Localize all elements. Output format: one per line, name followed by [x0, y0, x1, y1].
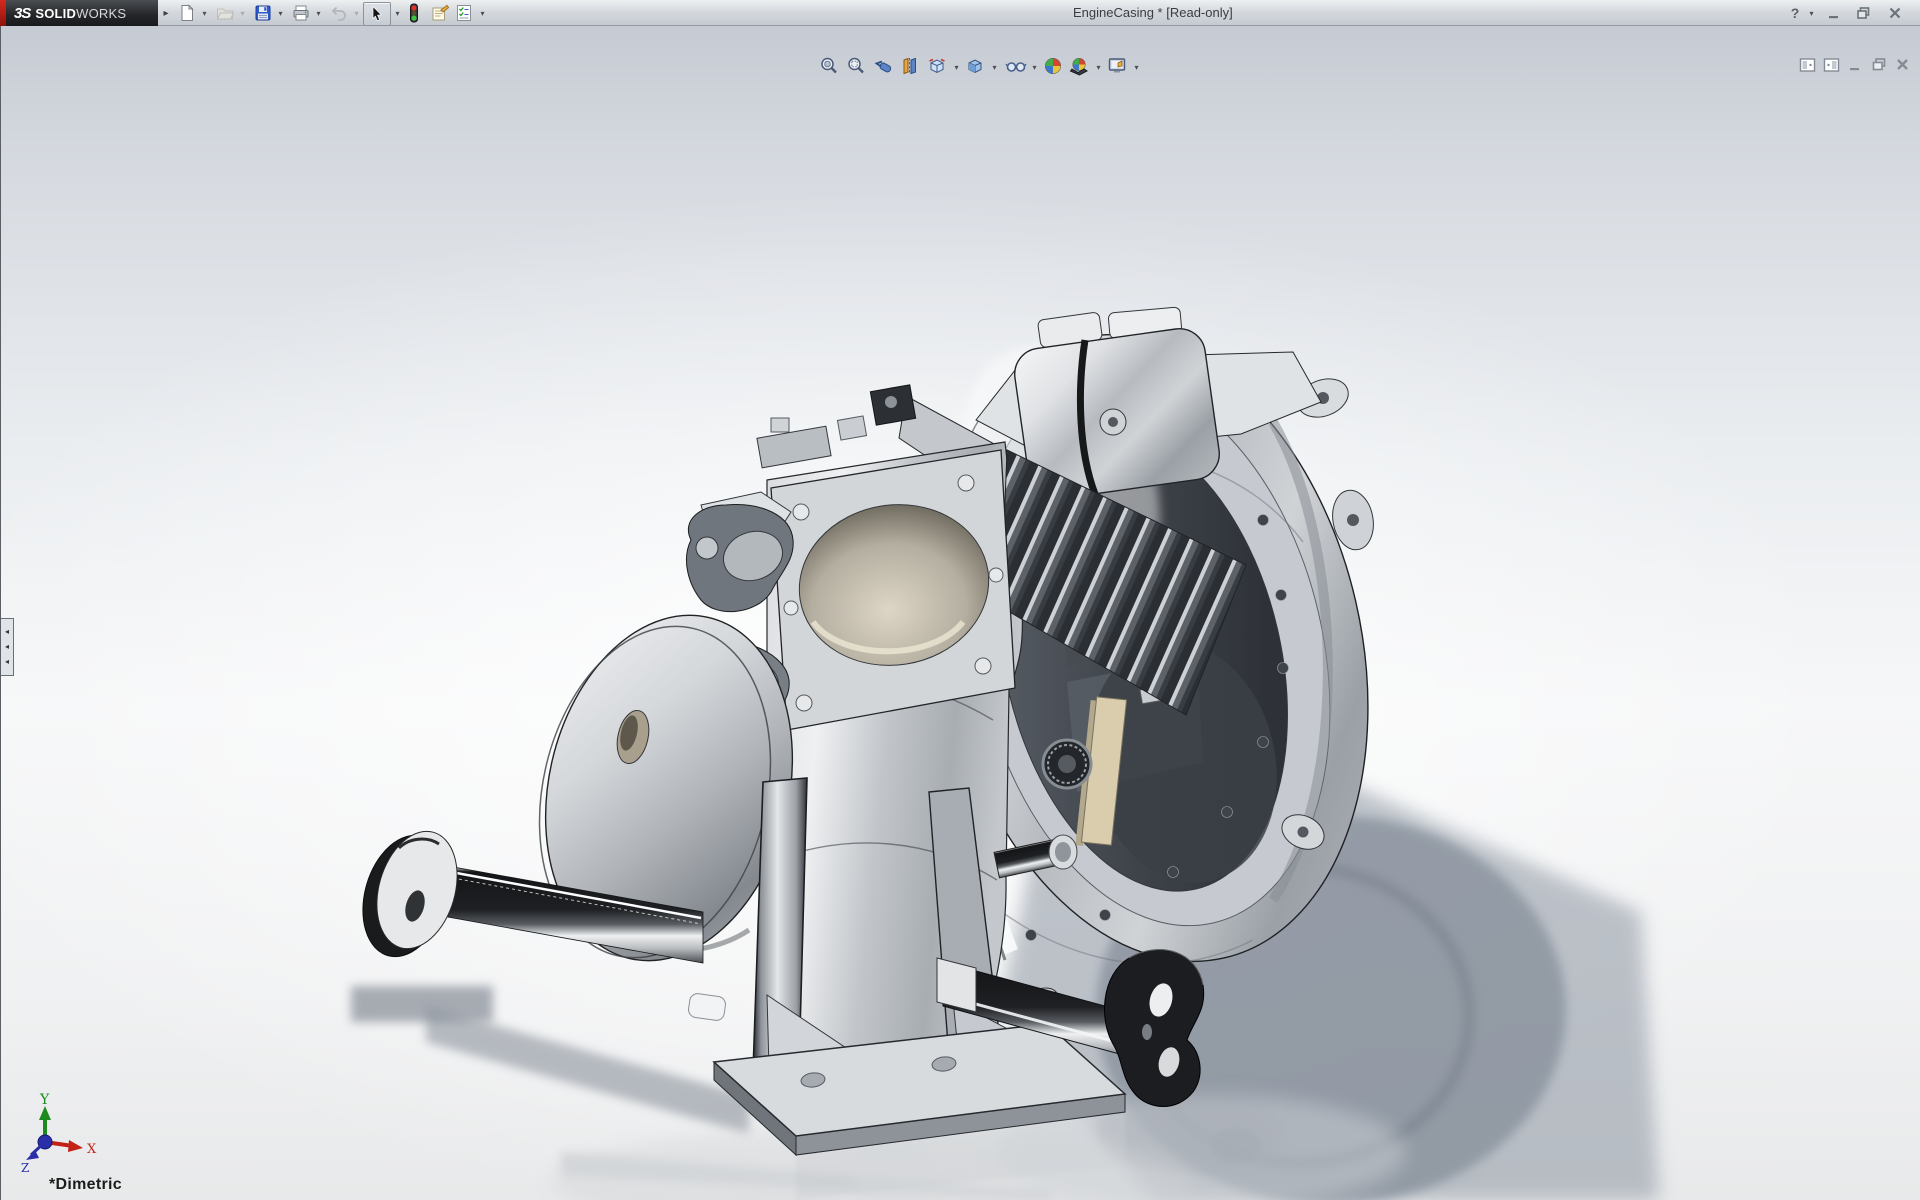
checklist-dropdown[interactable]: ▾ [477, 2, 488, 24]
select-tool-button[interactable] [363, 2, 391, 26]
minimize-document-button[interactable] [1847, 57, 1869, 77]
zoom-to-fit-icon [821, 57, 837, 74]
open-document-dropdown[interactable]: ▾ [237, 2, 248, 24]
select-tool-dropdown[interactable]: ▾ [392, 2, 403, 24]
appearance-ball-icon [1045, 58, 1061, 74]
triad-y-label: Y [39, 1092, 50, 1108]
section-view-icon [903, 57, 916, 75]
graphics-viewport[interactable]: Y X Z ▾ ▾ ▾ ▾ ▾ ◂ ◂ ◂ *Dimetric [0, 26, 1920, 1200]
save-dropdown[interactable]: ▾ [275, 2, 286, 24]
featuremanager-collapsed-tab[interactable]: ◂ ◂ ◂ [1, 618, 14, 676]
tab-arrow-icon: ◂ [4, 627, 9, 637]
undo-dropdown[interactable]: ▾ [351, 2, 362, 24]
minimize-icon [1829, 16, 1838, 19]
view-orientation-dropdown[interactable]: ▾ [951, 56, 962, 78]
checklist-icon [457, 5, 471, 21]
triad-z-label: Z [21, 1161, 29, 1175]
pane-left-icon [1799, 58, 1816, 72]
apply-scene-button[interactable] [1069, 56, 1093, 78]
restore-document-button[interactable] [1871, 57, 1893, 77]
close-document-icon [1897, 59, 1908, 70]
cursor-arrow-icon [372, 5, 382, 22]
help-dropdown[interactable]: ▾ [1806, 2, 1817, 24]
brand-name-bold: SOLID [35, 5, 77, 21]
view-settings-dropdown[interactable]: ▾ [1131, 56, 1142, 78]
brand-name-light: WORKS [76, 5, 127, 21]
save-floppy-icon [255, 5, 271, 21]
3d-model-canvas[interactable]: Y X Z [1, 26, 1920, 1200]
3ds-logo-glyph: 3S [14, 4, 31, 22]
collapse-left-pane-button[interactable] [1799, 57, 1821, 77]
triad-x-label: X [87, 1142, 97, 1157]
view-orientation-button[interactable] [927, 56, 951, 78]
view-orientation-label: *Dimetric [49, 1176, 122, 1193]
zoom-to-fit-button[interactable] [819, 56, 843, 78]
close-document-button[interactable] [1895, 57, 1917, 77]
new-document-dropdown[interactable]: ▾ [199, 2, 210, 24]
apply-scene-dropdown[interactable]: ▾ [1093, 56, 1104, 78]
hide-show-items-dropdown[interactable]: ▾ [1029, 56, 1040, 78]
new-document-button[interactable] [175, 2, 199, 24]
open-folder-icon [216, 8, 234, 20]
restore-document-icon [1872, 58, 1886, 71]
previous-view-icon [874, 60, 892, 73]
print-button[interactable] [289, 2, 313, 24]
view-settings-icon [1108, 58, 1126, 73]
edit-appearance-button[interactable] [1043, 56, 1067, 78]
hide-show-items-button[interactable] [1005, 56, 1029, 78]
undo-button[interactable] [327, 2, 351, 24]
save-button[interactable] [251, 2, 275, 24]
pane-right-icon [1823, 58, 1840, 72]
restore-window-button[interactable] [1850, 2, 1876, 24]
close-icon [1889, 7, 1901, 19]
title-bar[interactable]: 3S SOLID WORKS ▸ ▾ ▾ ▾ ▾ ▾ ▾ ▾ EngineCas… [0, 0, 1920, 26]
restore-icon [1856, 7, 1869, 19]
printer-icon [293, 5, 309, 21]
zoom-to-area-icon [848, 57, 864, 74]
reference-triad: Y X Z [21, 1092, 97, 1175]
minimize-window-button[interactable] [1822, 2, 1846, 24]
note-edit-button[interactable] [428, 2, 452, 24]
toolbar-flyout-arrow-icon[interactable]: ▸ [160, 4, 172, 22]
apply-scene-icon [1069, 58, 1088, 76]
section-view-button[interactable] [900, 56, 924, 78]
traffic-light-icon [410, 3, 418, 23]
view-settings-button[interactable] [1107, 56, 1131, 78]
help-button[interactable]: ? [1785, 2, 1805, 24]
tab-arrow-icon: ◂ [4, 641, 9, 651]
zoom-to-area-button[interactable] [846, 56, 870, 78]
checklist-button[interactable] [452, 2, 476, 24]
eyeglasses-icon [1005, 62, 1027, 72]
display-style-icon [968, 59, 982, 74]
note-edit-icon [432, 4, 449, 21]
undo-arrow-icon [331, 6, 346, 21]
print-dropdown[interactable]: ▾ [313, 2, 324, 24]
close-window-button[interactable] [1882, 2, 1908, 24]
display-style-dropdown[interactable]: ▾ [989, 56, 1000, 78]
collapse-right-pane-button[interactable] [1823, 57, 1845, 77]
display-style-button[interactable] [965, 56, 989, 78]
solidworks-logo: 3S SOLID WORKS [6, 0, 158, 26]
new-document-icon [181, 4, 194, 21]
previous-view-button[interactable] [873, 56, 897, 78]
traffic-light-button[interactable] [406, 2, 422, 24]
view-orientation-icon [929, 58, 945, 74]
minimize-document-icon [1850, 68, 1859, 71]
document-title: EngineCasing * [Read-only] [1073, 5, 1233, 20]
tab-arrow-icon: ◂ [4, 656, 9, 666]
open-document-button[interactable] [213, 2, 237, 24]
